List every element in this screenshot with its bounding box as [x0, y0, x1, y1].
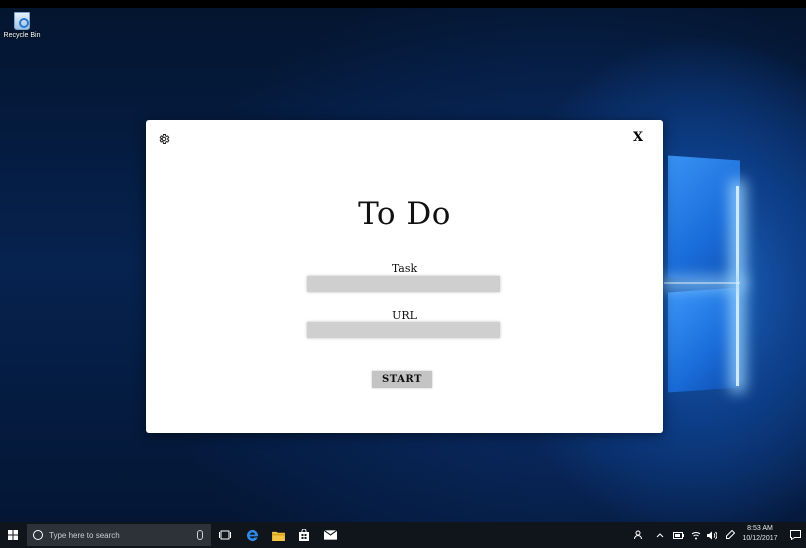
taskbar: Type here to search 8:53 AM 10/12/2017 — [0, 522, 806, 548]
url-input[interactable] — [307, 322, 500, 338]
wallpaper-glow-horizontal — [664, 282, 740, 284]
chevron-up-icon[interactable] — [652, 522, 668, 548]
volume-icon[interactable] — [704, 522, 720, 548]
wallpaper-pane-top — [668, 155, 740, 283]
recycle-bin-label: Recycle Bin — [3, 32, 41, 39]
start-button-windows[interactable] — [0, 522, 26, 548]
network-icon[interactable] — [688, 522, 704, 548]
todo-dialog: X To Do Task URL START — [146, 120, 663, 433]
task-input[interactable] — [307, 276, 500, 292]
start-button[interactable]: START — [372, 371, 432, 388]
pen-icon[interactable] — [722, 522, 738, 548]
gear-icon[interactable] — [158, 130, 170, 144]
close-button[interactable]: X — [631, 130, 645, 146]
taskbar-clock[interactable]: 8:53 AM 10/12/2017 — [738, 524, 782, 546]
people-icon[interactable] — [630, 522, 648, 548]
page-title: To Do — [358, 196, 451, 232]
edge-icon[interactable] — [240, 522, 264, 548]
mail-icon[interactable] — [318, 522, 342, 548]
recycle-bin[interactable]: Recycle Bin — [2, 10, 42, 46]
windows-logo-icon — [8, 530, 18, 540]
battery-icon[interactable] — [670, 522, 686, 548]
cortana-icon — [33, 530, 43, 540]
clock-date: 10/12/2017 — [742, 535, 778, 542]
recycle-bin-icon — [14, 12, 30, 30]
wallpaper-pane-bottom — [668, 287, 740, 393]
wallpaper-glow-vertical — [736, 186, 739, 386]
url-label: URL — [392, 309, 417, 322]
clock-time: 8:53 AM — [747, 525, 773, 532]
store-icon[interactable] — [292, 522, 316, 548]
action-center-icon[interactable] — [784, 522, 806, 548]
search-placeholder: Type here to search — [49, 530, 120, 540]
file-explorer-icon[interactable] — [266, 522, 290, 548]
task-view-icon[interactable] — [214, 522, 236, 548]
task-label: Task — [391, 262, 418, 275]
microphone-icon[interactable] — [197, 530, 203, 540]
taskbar-search[interactable]: Type here to search — [27, 524, 211, 546]
top-black-strip — [0, 0, 806, 8]
